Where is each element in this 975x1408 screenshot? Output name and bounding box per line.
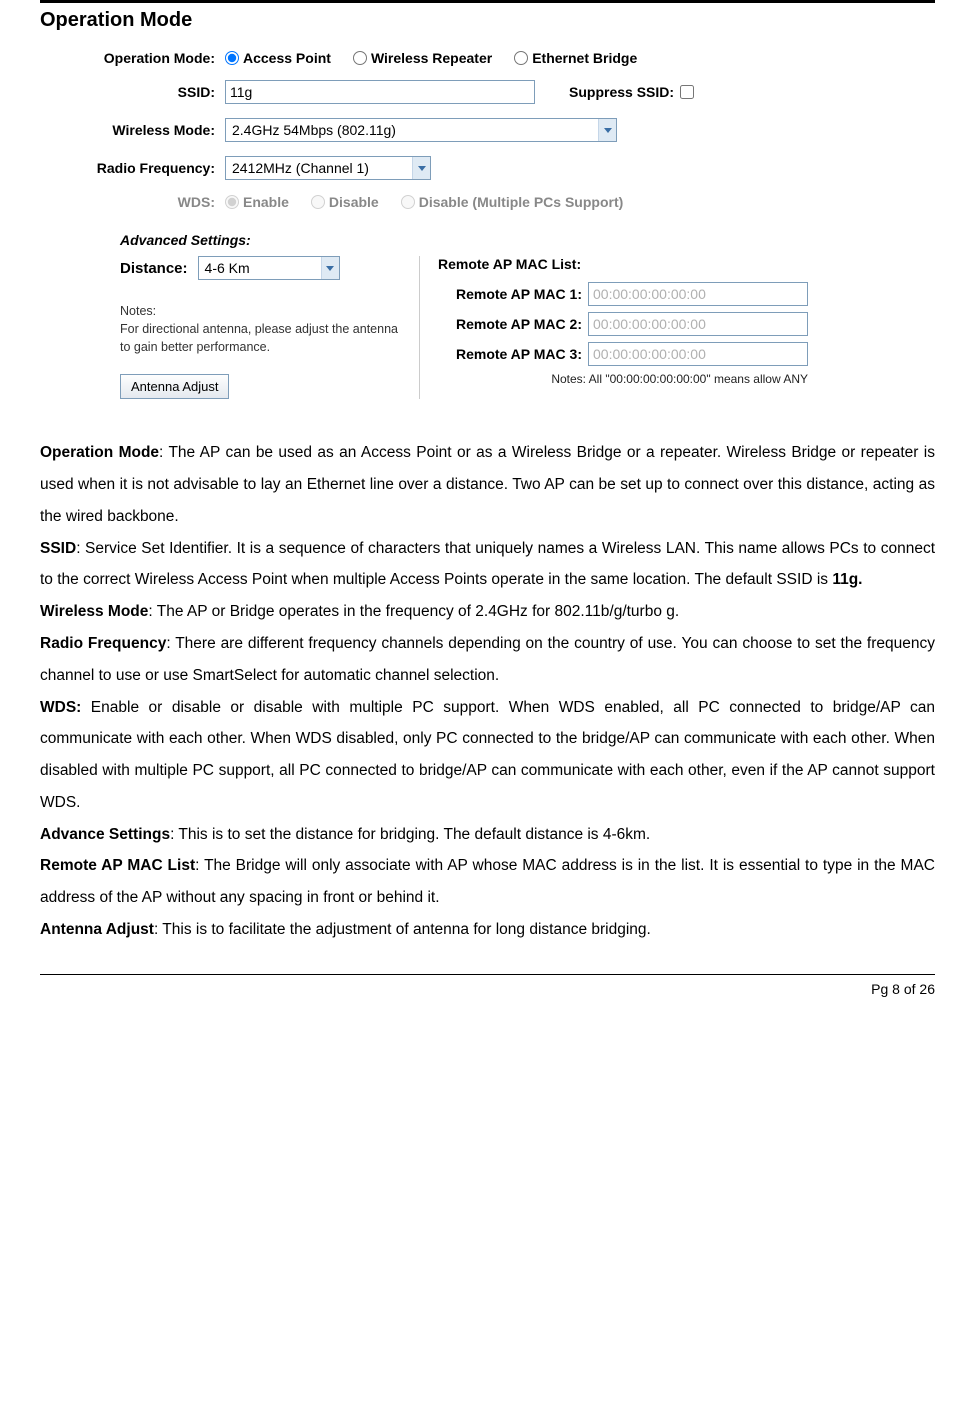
mac2-label: Remote AP MAC 2: — [438, 316, 588, 332]
radio-frequency-label: Radio Frequency: — [40, 160, 225, 176]
wireless-mode-select[interactable]: 2.4GHz 54Mbps (802.11g) — [225, 118, 617, 142]
radio-wireless-repeater[interactable]: Wireless Repeater — [353, 50, 492, 66]
radio-wds-enable[interactable]: Enable — [225, 194, 289, 210]
distance-label: Distance: — [120, 260, 188, 277]
radio-ethernet-bridge-input[interactable] — [514, 51, 528, 65]
description-block: Operation Mode: The AP can be used as an… — [40, 437, 935, 945]
ssid-input[interactable] — [225, 80, 535, 104]
wds-label: WDS: — [40, 194, 225, 210]
wireless-mode-label: Wireless Mode: — [40, 122, 225, 138]
radio-ethernet-bridge[interactable]: Ethernet Bridge — [514, 50, 637, 66]
suppress-ssid-label: Suppress SSID: — [569, 84, 674, 100]
remote-ap-mac-list-header: Remote AP MAC List: — [438, 256, 808, 272]
radio-frequency-select[interactable]: 2412MHz (Channel 1) — [225, 156, 431, 180]
antenna-adjust-button[interactable]: Antenna Adjust — [120, 374, 229, 399]
mac3-input[interactable] — [588, 342, 808, 366]
mac-note: Notes: All "00:00:00:00:00:00" means all… — [438, 372, 808, 386]
radio-access-point-input[interactable] — [225, 51, 239, 65]
radio-access-point[interactable]: Access Point — [225, 50, 331, 66]
ssid-label: SSID: — [40, 84, 225, 100]
antenna-notes: Notes: For directional antenna, please a… — [120, 302, 403, 356]
suppress-ssid-checkbox[interactable] — [680, 85, 694, 99]
mac1-input[interactable] — [588, 282, 808, 306]
mac3-label: Remote AP MAC 3: — [438, 346, 588, 362]
radio-wireless-repeater-input[interactable] — [353, 51, 367, 65]
chevron-down-icon — [321, 257, 339, 279]
config-form: Operation Mode: Access Point Wireless Re… — [40, 50, 935, 399]
distance-select[interactable]: 4-6 Km — [198, 256, 340, 280]
advanced-settings-header: Advanced Settings: — [120, 232, 935, 248]
page-title: Operation Mode — [40, 9, 935, 32]
chevron-down-icon — [598, 119, 616, 141]
operation-mode-label: Operation Mode: — [40, 50, 225, 66]
radio-wds-disable[interactable]: Disable — [311, 194, 379, 210]
mac1-label: Remote AP MAC 1: — [438, 286, 588, 302]
chevron-down-icon — [412, 157, 430, 179]
mac2-input[interactable] — [588, 312, 808, 336]
radio-wds-disable-multi[interactable]: Disable (Multiple PCs Support) — [401, 194, 624, 210]
page-footer: Pg 8 of 26 — [40, 974, 935, 997]
